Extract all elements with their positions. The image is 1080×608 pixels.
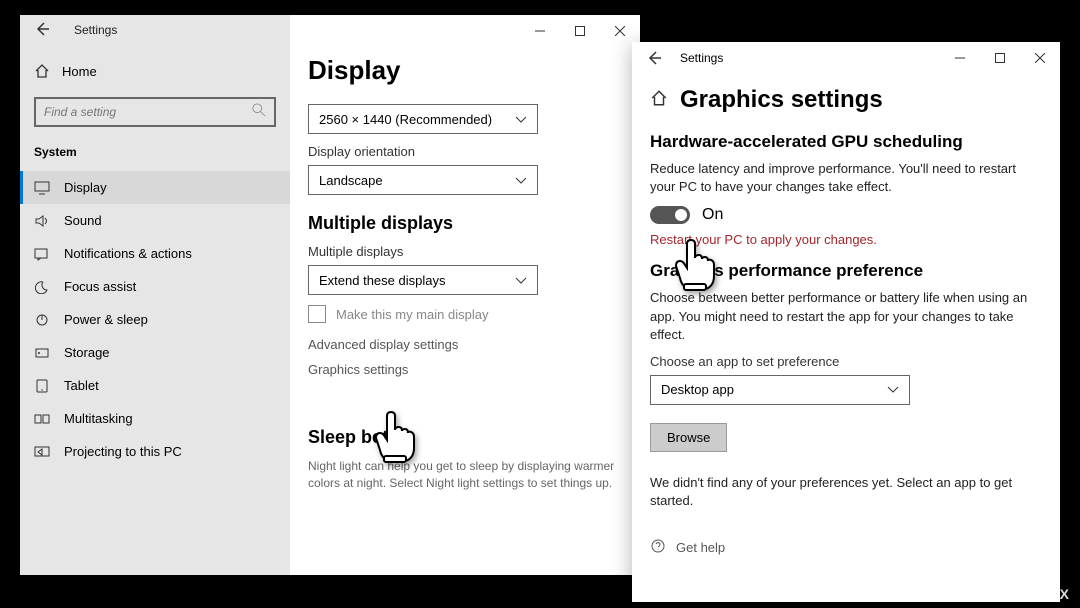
multiple-displays-label: Multiple displays: [308, 244, 622, 259]
sidebar-item-tablet[interactable]: Tablet: [20, 369, 290, 402]
hw-gpu-desc: Reduce latency and improve performance. …: [650, 160, 1042, 196]
sidebar-item-label: Projecting to this PC: [64, 444, 182, 459]
perf-pref-desc: Choose between better performance or bat…: [650, 289, 1042, 344]
watermark: UGETFIX: [1002, 586, 1070, 602]
get-help-label: Get help: [676, 540, 725, 555]
window2-controls: [940, 42, 1060, 74]
chevron-down-icon: [515, 273, 527, 288]
multiple-displays-select[interactable]: Extend these displays: [308, 265, 538, 295]
graphics-settings-link[interactable]: Graphics settings: [308, 362, 622, 377]
page-title: Graphics settings: [680, 86, 883, 114]
orientation-label: Display orientation: [308, 144, 622, 159]
restart-warning: Restart your PC to apply your changes.: [650, 232, 1042, 247]
minimize-button[interactable]: [940, 42, 980, 74]
sidebar-item-label: Display: [64, 180, 107, 195]
notifications-icon: [34, 247, 50, 261]
advanced-display-link[interactable]: Advanced display settings: [308, 337, 622, 352]
app-type-value: Desktop app: [661, 382, 734, 397]
resolution-value: 2560 × 1440 (Recommended): [319, 112, 492, 127]
sidebar-item-label: Notifications & actions: [64, 246, 192, 261]
orientation-value: Landscape: [319, 173, 383, 188]
sidebar-item-label: Power & sleep: [64, 312, 148, 327]
home-icon: [34, 63, 50, 79]
power-icon: [34, 313, 50, 327]
hw-gpu-toggle-row: On: [650, 206, 1042, 224]
window2-title: Settings: [680, 51, 723, 65]
window1-title: Settings: [74, 23, 117, 37]
sidebar-item-label: Storage: [64, 345, 110, 360]
search-icon: [252, 103, 266, 122]
resolution-select[interactable]: 2560 × 1440 (Recommended): [308, 104, 538, 134]
help-icon: [650, 538, 666, 557]
choose-app-label: Choose an app to set preference: [650, 354, 1042, 369]
sidebar-item-label: Tablet: [64, 378, 99, 393]
maximize-button[interactable]: [560, 15, 600, 47]
close-button[interactable]: [1020, 42, 1060, 74]
chevron-down-icon: [887, 382, 899, 397]
chevron-down-icon: [515, 173, 527, 188]
sound-icon: [34, 214, 50, 228]
monitor-icon: [34, 181, 50, 195]
page-title: Display: [308, 55, 622, 86]
graphics-settings-window: Settings Graphics settings Hardware-acce…: [632, 42, 1060, 602]
empty-state-text: We didn't find any of your preferences y…: [650, 474, 1042, 510]
perf-pref-heading: Graphics performance preference: [650, 261, 1042, 281]
settings-display-window: Settings Home System Display Sound Notif…: [20, 15, 640, 575]
window2-titlebar: Settings: [632, 42, 1060, 74]
sidebar-item-notifications[interactable]: Notifications & actions: [20, 237, 290, 270]
sidebar-item-storage[interactable]: Storage: [20, 336, 290, 369]
orientation-select[interactable]: Landscape: [308, 165, 538, 195]
sidebar-item-sound[interactable]: Sound: [20, 204, 290, 237]
back-arrow-icon[interactable]: [34, 21, 50, 42]
get-help-link[interactable]: Get help: [650, 538, 1042, 557]
section-label: System: [20, 137, 290, 171]
window1-controls: [520, 15, 640, 47]
sidebar-item-multitasking[interactable]: Multitasking: [20, 402, 290, 435]
sidebar: Home System Display Sound Notifications …: [20, 15, 290, 575]
sidebar-item-display[interactable]: Display: [20, 171, 290, 204]
minimize-button[interactable]: [520, 15, 560, 47]
toggle-knob: [675, 209, 687, 221]
window1-titlebar: Settings: [20, 15, 640, 47]
multiple-displays-value: Extend these displays: [319, 273, 445, 288]
projecting-icon: [34, 445, 50, 459]
main-display-checkbox-row: Make this my main display: [308, 305, 622, 323]
sleep-better-desc: Night light can help you get to sleep by…: [308, 458, 622, 492]
storage-icon: [34, 346, 50, 360]
browse-button[interactable]: Browse: [650, 423, 727, 452]
home-label: Home: [62, 64, 97, 79]
sleep-better-heading: Sleep better: [308, 427, 622, 448]
app-type-select[interactable]: Desktop app: [650, 375, 910, 405]
hw-gpu-heading: Hardware-accelerated GPU scheduling: [650, 132, 1042, 152]
sidebar-item-label: Focus assist: [64, 279, 136, 294]
multitasking-icon: [34, 412, 50, 426]
back-arrow-icon[interactable]: [646, 50, 662, 71]
maximize-button[interactable]: [980, 42, 1020, 74]
graphics-content: Graphics settings Hardware-accelerated G…: [632, 74, 1060, 569]
sidebar-item-focus-assist[interactable]: Focus assist: [20, 270, 290, 303]
home-icon[interactable]: [650, 89, 668, 112]
multiple-displays-heading: Multiple displays: [308, 213, 622, 234]
sidebar-item-projecting[interactable]: Projecting to this PC: [20, 435, 290, 468]
main-display-label: Make this my main display: [336, 307, 488, 322]
main-display-checkbox: [308, 305, 326, 323]
search-input-wrapper[interactable]: [34, 97, 276, 127]
moon-icon: [34, 280, 50, 294]
sidebar-item-power-sleep[interactable]: Power & sleep: [20, 303, 290, 336]
sidebar-item-label: Multitasking: [64, 411, 133, 426]
search-input[interactable]: [44, 105, 266, 119]
home-link[interactable]: Home: [20, 55, 290, 87]
hw-gpu-toggle[interactable]: [650, 206, 690, 224]
sidebar-item-label: Sound: [64, 213, 102, 228]
chevron-down-icon: [515, 112, 527, 127]
tablet-icon: [34, 379, 50, 393]
toggle-label: On: [702, 206, 723, 224]
display-content: Display 2560 × 1440 (Recommended) Displa…: [290, 15, 640, 575]
